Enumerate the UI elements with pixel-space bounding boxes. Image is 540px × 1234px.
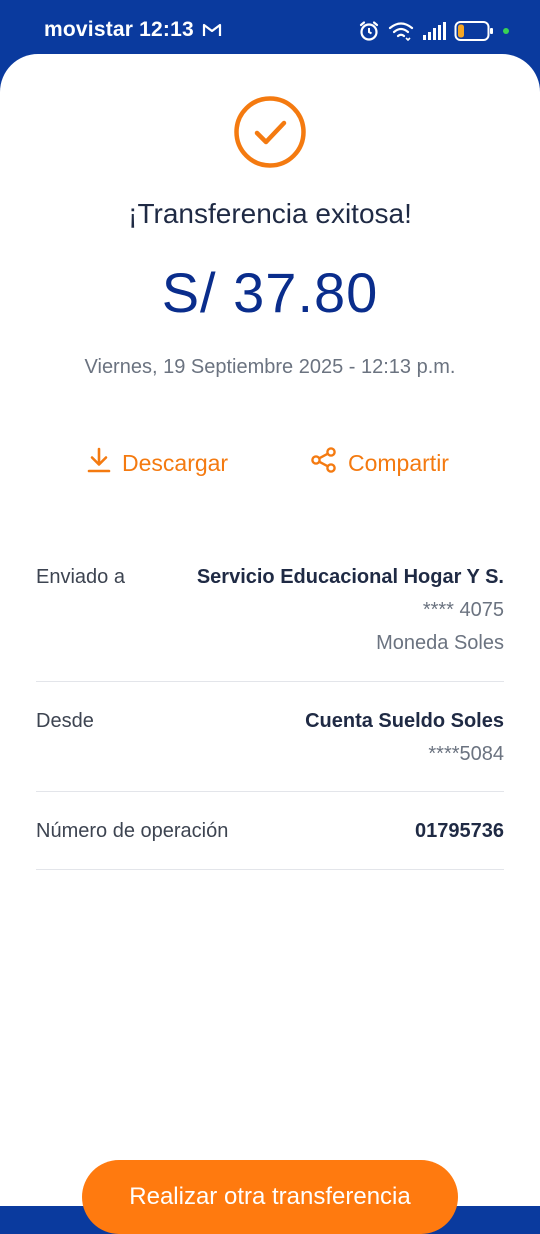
status-bar: movistar 12:13: [0, 0, 540, 62]
detail-row-sent-to: Enviado a Servicio Educacional Hogar Y S…: [36, 552, 504, 682]
share-icon: [310, 446, 348, 480]
detail-row-operation: Número de operación 01795736: [36, 792, 504, 870]
share-label: Compartir: [348, 449, 449, 476]
transfer-amount: S/ 37.80: [161, 261, 379, 324]
battery-icon: [454, 20, 494, 42]
gmail-icon: [202, 22, 222, 38]
download-icon: [86, 446, 122, 480]
download-button[interactable]: Descargar: [86, 446, 228, 480]
detail-label: Número de operación: [36, 820, 229, 842]
detail-values: Cuenta Sueldo Soles ****5084: [305, 710, 504, 766]
transfer-date: Viernes, 19 Septiembre 2025 - 12:13 p.m.: [84, 356, 456, 378]
check-circle-icon: [233, 95, 307, 169]
charging-dot-icon: [502, 27, 510, 35]
source-account-name: Cuenta Sueldo Soles: [305, 710, 504, 732]
source-account-number: ****5084: [428, 743, 504, 765]
receipt-card: ¡Transferencia exitosa! S/ 37.80 Viernes…: [0, 54, 540, 1234]
signal-icon: [422, 22, 446, 40]
recipient-name: Servicio Educacional Hogar Y S.: [196, 566, 504, 588]
status-left: movistar 12:13: [44, 18, 222, 42]
detail-row-from: Desde Cuenta Sueldo Soles ****5084: [36, 682, 504, 792]
page-title: ¡Transferencia exitosa!: [128, 198, 412, 229]
action-bar: Descargar Compartir: [0, 446, 540, 482]
detail-label: Enviado a: [36, 566, 125, 588]
carrier-name: movistar: [44, 18, 134, 41]
wifi-icon: [388, 21, 414, 41]
transfer-details: Enviado a Servicio Educacional Hogar Y S…: [36, 552, 504, 870]
detail-label: Desde: [36, 710, 94, 732]
alarm-icon: [358, 20, 380, 42]
operation-number: 01795736: [415, 820, 504, 842]
status-right: [350, 20, 510, 42]
detail-values: 01795736: [415, 820, 504, 843]
detail-values: Servicio Educacional Hogar Y S. **** 407…: [197, 566, 504, 655]
new-transfer-button[interactable]: Realizar otra transferencia: [82, 1160, 458, 1234]
clock-time: 12:13: [139, 18, 194, 41]
recipient-currency: Moneda Soles: [376, 632, 504, 654]
share-button[interactable]: Compartir: [310, 446, 449, 480]
download-label: Descargar: [122, 449, 229, 476]
recipient-account: **** 4075: [422, 599, 504, 621]
